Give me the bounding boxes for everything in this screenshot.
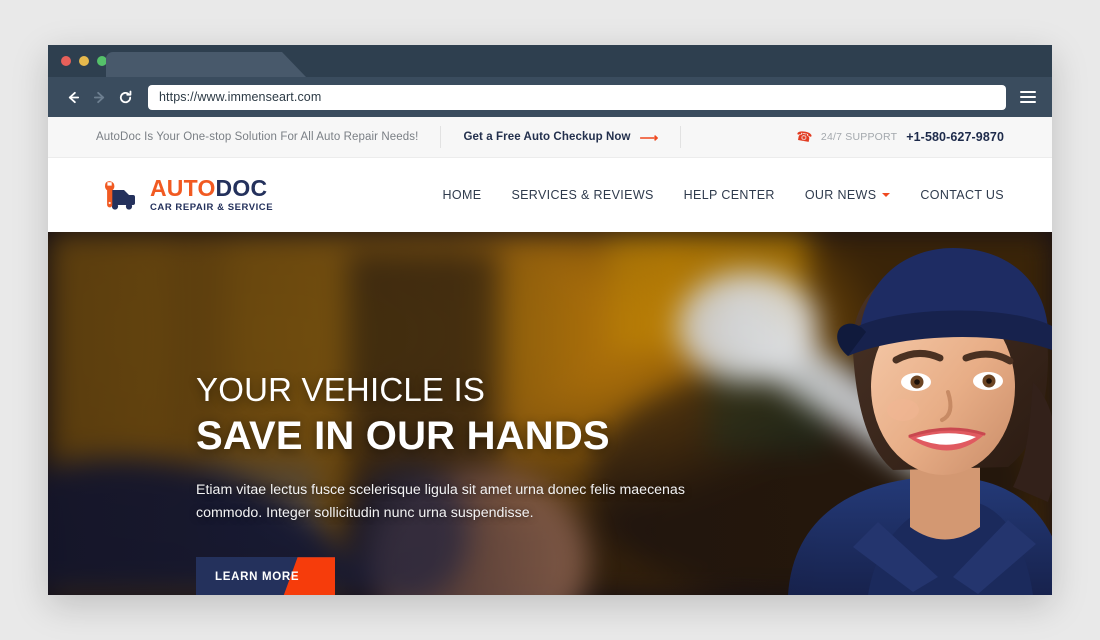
topbar-tagline: AutoDoc Is Your One-stop Solution For Al…: [96, 131, 419, 143]
nav-item-contact-us[interactable]: CONTACT US: [920, 188, 1004, 202]
back-arrow-icon[interactable]: [62, 86, 84, 108]
website-viewport: AutoDoc Is Your One-stop Solution For Al…: [48, 117, 1052, 595]
wrench-car-logo-icon: [96, 176, 140, 214]
site-header: AUTODOC CAR REPAIR & SERVICE HOME SERVIC…: [48, 158, 1052, 232]
chevron-down-icon: [882, 193, 891, 197]
browser-toolbar: https://www.immenseart.com: [48, 77, 1052, 117]
url-input[interactable]: https://www.immenseart.com: [148, 84, 1006, 110]
browser-window: https://www.immenseart.com AutoDoc Is Yo…: [48, 45, 1052, 595]
support-contact: ☎ 24/7 SUPPORT +1-580-627-9870: [794, 127, 1004, 146]
close-window-button[interactable]: [61, 56, 71, 66]
minimize-window-button[interactable]: [79, 56, 89, 66]
phone-icon: ☎: [794, 127, 814, 146]
learn-more-button[interactable]: LEARN MORE: [196, 557, 335, 595]
main-navigation: HOME SERVICES & REVIEWS HELP CENTER OUR …: [443, 188, 1004, 202]
hero-title-line-1: YOUR VEHICLE IS: [196, 371, 486, 408]
support-label: 24/7 SUPPORT: [820, 131, 898, 143]
hero-description: Etiam vitae lectus fusce scelerisque lig…: [196, 482, 685, 522]
nav-item-services-reviews[interactable]: SERVICES & REVIEWS: [511, 188, 653, 202]
hero-title-line-2: SAVE IN OUR HANDS: [196, 414, 610, 459]
nav-label-help-center: HELP CENTER: [683, 188, 775, 202]
reload-icon[interactable]: [114, 86, 136, 108]
topbar-divider: [440, 126, 442, 148]
browser-title-bar: [48, 45, 1052, 77]
logo-wordmark: AUTODOC: [150, 175, 267, 201]
topbar-divider-2: [680, 126, 682, 148]
nav-item-home[interactable]: HOME: [443, 188, 482, 202]
hero-banner: YOUR VEHICLE IS SAVE IN OUR HANDS Etiam …: [48, 232, 1052, 595]
hero-content: YOUR VEHICLE IS SAVE IN OUR HANDS Etiam …: [196, 371, 716, 595]
maximize-window-button[interactable]: [97, 56, 107, 66]
window-controls: [61, 56, 107, 66]
forward-arrow-icon[interactable]: [88, 86, 110, 108]
arrow-right-icon: ⟶: [639, 129, 659, 145]
phone-number[interactable]: +1-580-627-9870: [906, 130, 1004, 144]
site-topbar: AutoDoc Is Your One-stop Solution For Al…: [48, 117, 1052, 158]
free-checkup-link[interactable]: Get a Free Auto Checkup Now ⟶: [463, 131, 658, 144]
nav-label-services-reviews: SERVICES & REVIEWS: [511, 188, 654, 202]
nav-item-our-news[interactable]: OUR NEWS: [805, 188, 891, 202]
site-logo[interactable]: AUTODOC CAR REPAIR & SERVICE: [96, 176, 273, 214]
logo-tagline: CAR REPAIR & SERVICE: [150, 202, 274, 214]
browser-tab[interactable]: [106, 52, 306, 77]
nav-label-contact-us: CONTACT US: [920, 188, 1004, 202]
nav-item-help-center[interactable]: HELP CENTER: [684, 188, 775, 202]
logo-text: AUTODOC CAR REPAIR & SERVICE: [150, 177, 273, 213]
free-checkup-label: Get a Free Auto Checkup Now: [463, 131, 631, 143]
nav-label-home: HOME: [442, 188, 482, 202]
logo-word-doc: DOC: [215, 175, 268, 202]
learn-more-label: LEARN MORE: [215, 571, 300, 584]
nav-label-our-news: OUR NEWS: [804, 188, 877, 202]
logo-word-auto: AUTO: [150, 175, 216, 202]
hamburger-menu-icon[interactable]: [1020, 91, 1036, 103]
